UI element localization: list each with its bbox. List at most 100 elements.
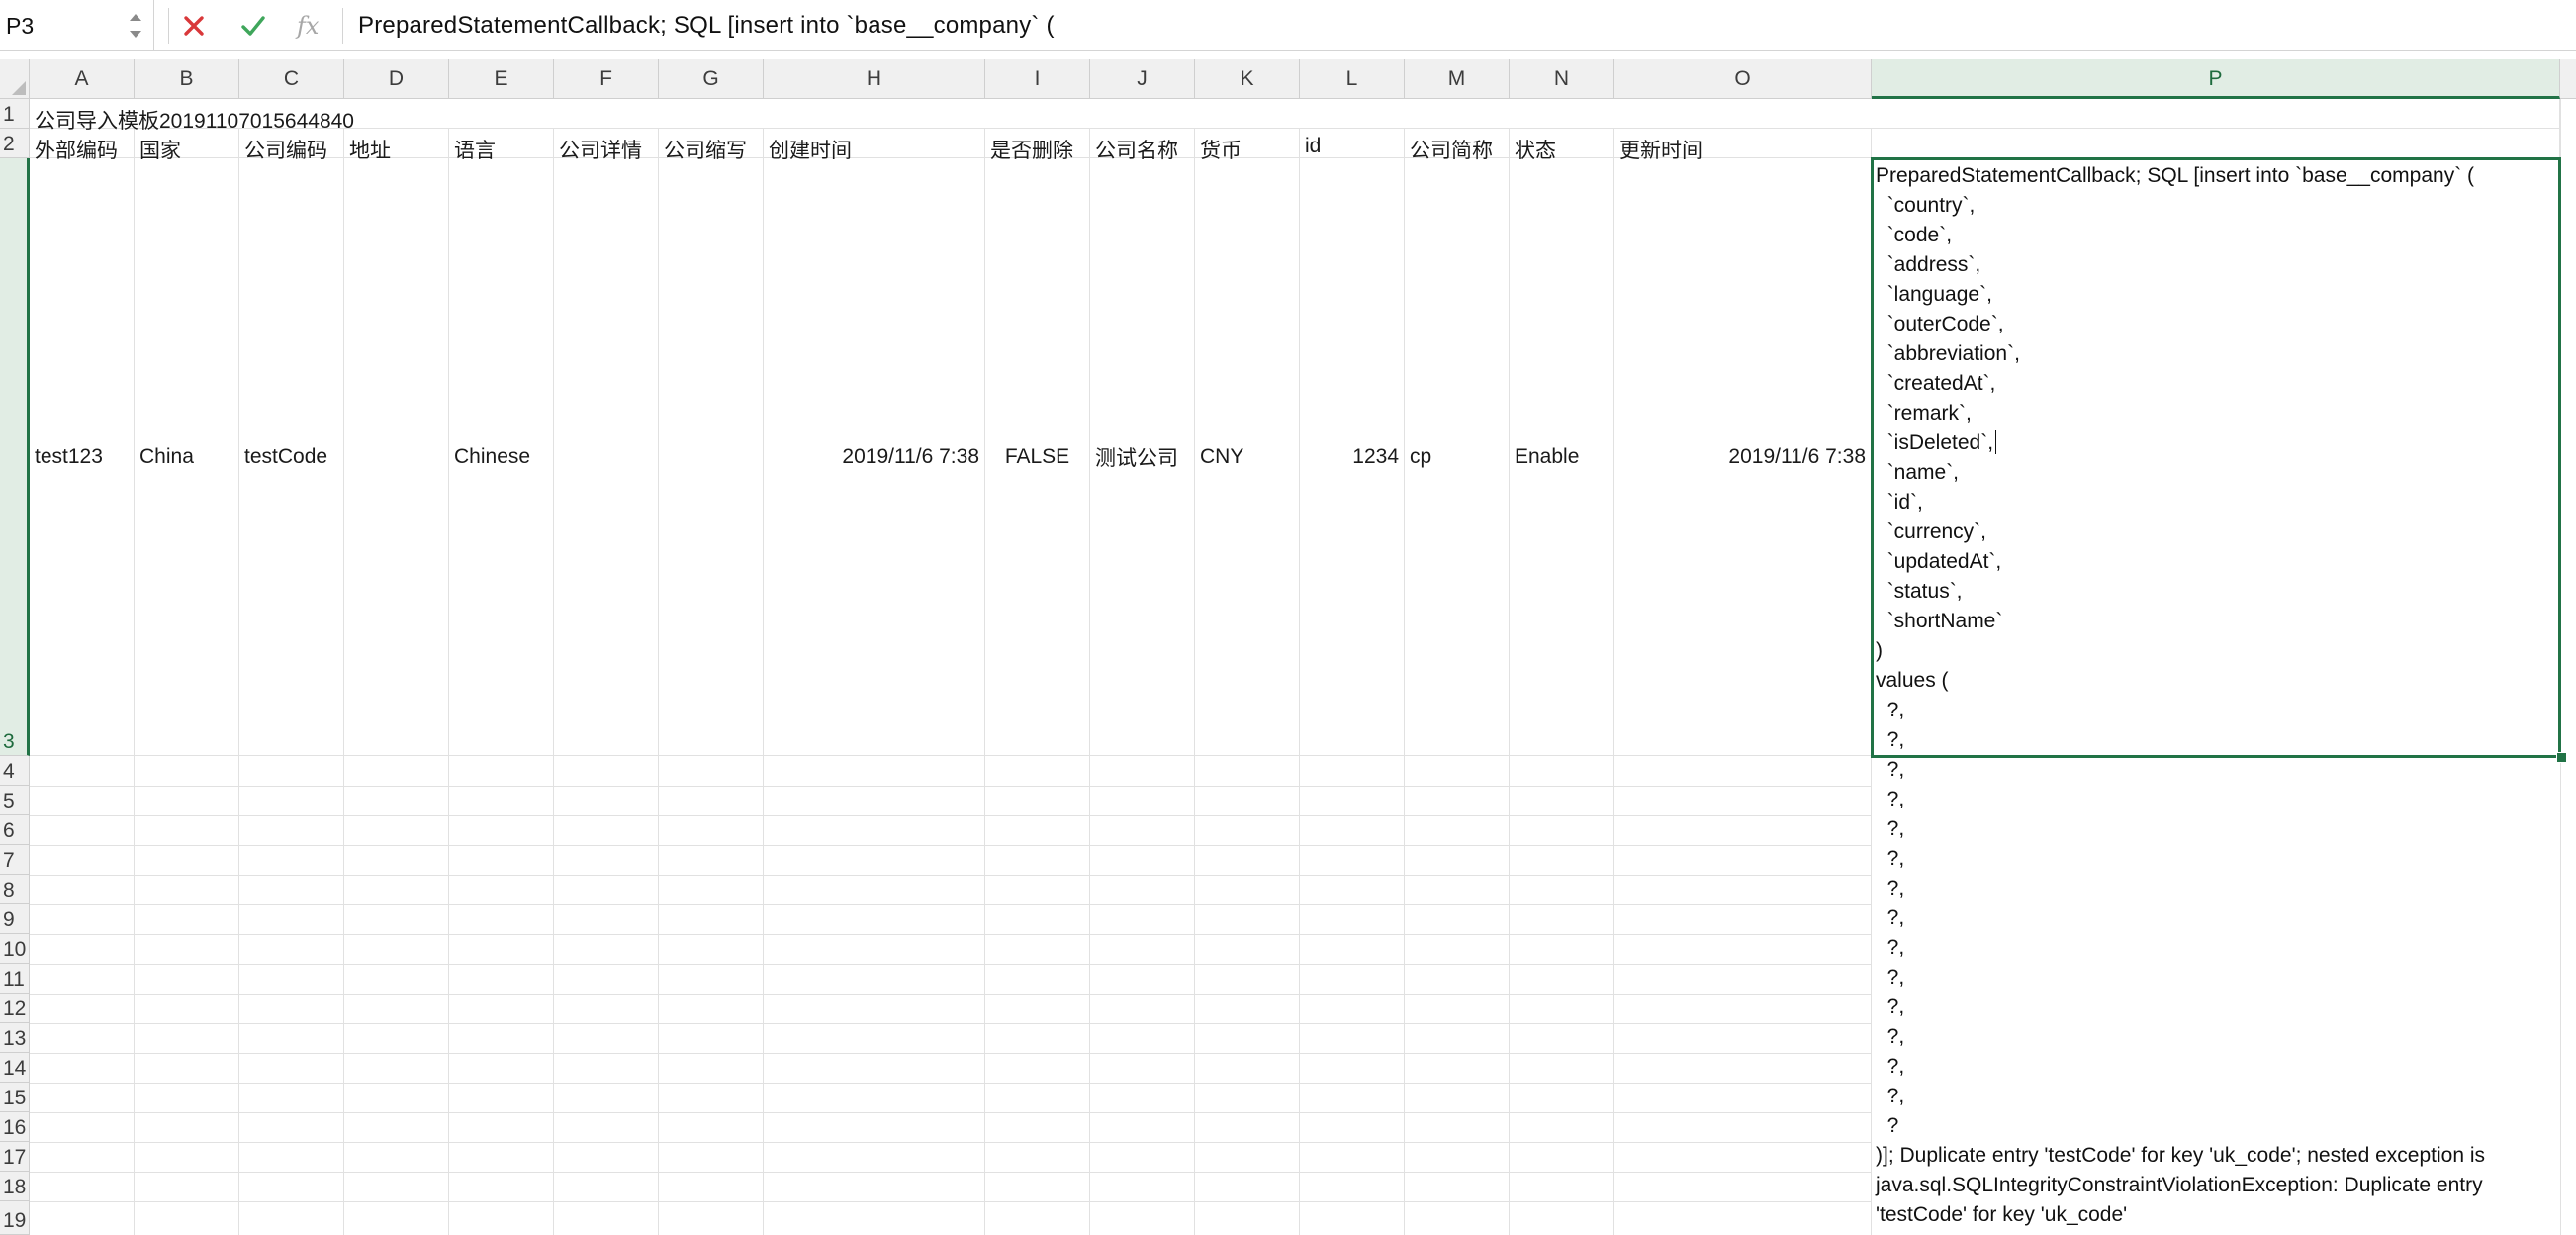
- cell-p3-line: ?,: [1876, 936, 1905, 959]
- cell-p3-line: ?,: [1876, 1025, 1905, 1048]
- row-header-8[interactable]: 8: [0, 875, 30, 904]
- row-header-17[interactable]: 17: [0, 1142, 30, 1172]
- column-header-g[interactable]: G: [659, 59, 764, 99]
- column-header-i[interactable]: I: [985, 59, 1090, 99]
- empty-cells-gridlines: [30, 756, 1872, 1235]
- row-header-2[interactable]: 2: [0, 129, 30, 158]
- cell-n3[interactable]: Enable: [1510, 158, 1614, 756]
- cell-g2-header[interactable]: 公司缩写: [659, 129, 764, 162]
- enter-check-icon[interactable]: [237, 10, 269, 42]
- formula-bar-separator: [168, 8, 169, 44]
- cell-a1-title[interactable]: 公司导入模板20191107015644840: [30, 99, 1872, 133]
- cell-p3-line: ?,: [1876, 877, 1905, 900]
- row-header-15[interactable]: 15: [0, 1083, 30, 1112]
- column-header-p[interactable]: P: [1872, 59, 2560, 99]
- formula-bar: P3 fx PreparedStatementCallback; SQL [in…: [0, 0, 2576, 51]
- cell-p1[interactable]: [1872, 99, 2560, 129]
- cell-p3-line: `address`,: [1876, 253, 1981, 276]
- cell-p2[interactable]: [1872, 129, 2560, 158]
- row-header-18[interactable]: 18: [0, 1172, 30, 1201]
- column-header-o[interactable]: O: [1614, 59, 1872, 99]
- cell-p3-line: ?,: [1876, 758, 1905, 781]
- text-cursor: [1995, 430, 1997, 454]
- cell-l2-header[interactable]: id: [1300, 129, 1405, 158]
- row-header-10[interactable]: 10: [0, 934, 30, 964]
- row-header-13[interactable]: 13: [0, 1023, 30, 1053]
- cell-a2-header[interactable]: 外部编码: [30, 129, 135, 162]
- cell-p3-line: ?: [1876, 1114, 1899, 1137]
- cell-a3[interactable]: test123: [30, 158, 135, 756]
- cell-p3-line: ?,: [1876, 699, 1905, 721]
- cell-d3[interactable]: [344, 158, 449, 756]
- row-header-3[interactable]: 3: [0, 158, 30, 756]
- name-box[interactable]: P3: [0, 0, 154, 51]
- column-header-j[interactable]: J: [1090, 59, 1195, 99]
- cell-j3[interactable]: 测试公司: [1090, 158, 1195, 756]
- row-header-11[interactable]: 11: [0, 964, 30, 994]
- row-header-4[interactable]: 4: [0, 756, 30, 786]
- cell-j2-header[interactable]: 公司名称: [1090, 129, 1195, 162]
- row-header-14[interactable]: 14: [0, 1053, 30, 1083]
- cell-k3[interactable]: CNY: [1195, 158, 1300, 756]
- cell-m3[interactable]: cp: [1405, 158, 1510, 756]
- cell-p3-line: `shortName`: [1876, 610, 2003, 632]
- cell-c2-header[interactable]: 公司编码: [239, 129, 344, 162]
- column-header-b[interactable]: B: [135, 59, 239, 99]
- column-header-e[interactable]: E: [449, 59, 554, 99]
- cell-p3-line: ?,: [1876, 788, 1905, 810]
- cell-m2-header[interactable]: 公司简称: [1405, 129, 1510, 162]
- cell-o3[interactable]: 2019/11/6 7:38: [1614, 158, 1872, 756]
- cell-n2-header[interactable]: 状态: [1510, 129, 1614, 162]
- cell-i2-header[interactable]: 是否删除: [985, 129, 1090, 162]
- cell-p3-line: values (: [1876, 669, 1949, 692]
- cell-c3[interactable]: testCode: [239, 158, 344, 756]
- cell-d2-header[interactable]: 地址: [344, 129, 449, 162]
- row-header-12[interactable]: 12: [0, 994, 30, 1023]
- column-header-l[interactable]: L: [1300, 59, 1405, 99]
- column-header-c[interactable]: C: [239, 59, 344, 99]
- column-header-a[interactable]: A: [30, 59, 135, 99]
- name-box-value[interactable]: P3: [6, 13, 34, 40]
- row-header-19[interactable]: 19: [0, 1201, 30, 1235]
- row-header-16[interactable]: 16: [0, 1112, 30, 1142]
- cell-k2-header[interactable]: 货币: [1195, 129, 1300, 162]
- cell-o2-header[interactable]: 更新时间: [1614, 129, 1872, 162]
- cell-e2-header[interactable]: 语言: [449, 129, 554, 162]
- column-header-n[interactable]: N: [1510, 59, 1614, 99]
- cell-b2-header[interactable]: 国家: [135, 129, 239, 162]
- cell-g3[interactable]: [659, 158, 764, 756]
- cell-f2-header[interactable]: 公司详情: [554, 129, 659, 162]
- cell-p3-line: `id`,: [1876, 491, 1923, 514]
- column-header-m[interactable]: M: [1405, 59, 1510, 99]
- row-header-9[interactable]: 9: [0, 904, 30, 934]
- cancel-icon[interactable]: [178, 10, 210, 42]
- cell-l3[interactable]: 1234: [1300, 158, 1405, 756]
- column-header-k[interactable]: K: [1195, 59, 1300, 99]
- cell-p3-line: )]; Duplicate entry 'testCode' for key '…: [1876, 1144, 2486, 1167]
- cell-h3[interactable]: 2019/11/6 7:38: [764, 158, 985, 756]
- cell-p3-line: ?,: [1876, 906, 1905, 929]
- name-box-stepper-icon[interactable]: [125, 5, 146, 47]
- formula-input[interactable]: PreparedStatementCallback; SQL [insert i…: [358, 12, 1055, 40]
- row-header-5[interactable]: 5: [0, 786, 30, 815]
- column-header-h[interactable]: H: [764, 59, 985, 99]
- cell-h2-header[interactable]: 创建时间: [764, 129, 985, 162]
- cell-p3-line: ?,: [1876, 728, 1905, 751]
- row-header-6[interactable]: 6: [0, 815, 30, 845]
- cell-p3-line: ?,: [1876, 847, 1905, 870]
- cell-b3[interactable]: China: [135, 158, 239, 756]
- insert-function-icon[interactable]: fx: [295, 10, 326, 42]
- cell-e3[interactable]: Chinese: [449, 158, 554, 756]
- cell-p3-line: `outerCode`,: [1876, 313, 2004, 335]
- column-header-f[interactable]: F: [554, 59, 659, 99]
- cell-p3-editor[interactable]: PreparedStatementCallback; SQL [insert i…: [1876, 161, 2568, 1230]
- row-header-7[interactable]: 7: [0, 845, 30, 875]
- select-all-corner[interactable]: [0, 59, 30, 99]
- column-header-d[interactable]: D: [344, 59, 449, 99]
- row-header-1[interactable]: 1: [0, 99, 30, 129]
- cell-p3-line: `currency`,: [1876, 521, 1987, 543]
- cell-f3[interactable]: [554, 158, 659, 756]
- cell-p3-line: 'testCode' for key 'uk_code': [1876, 1203, 2128, 1226]
- cell-p3-line: ?,: [1876, 966, 1905, 989]
- cell-i3[interactable]: FALSE: [985, 158, 1090, 756]
